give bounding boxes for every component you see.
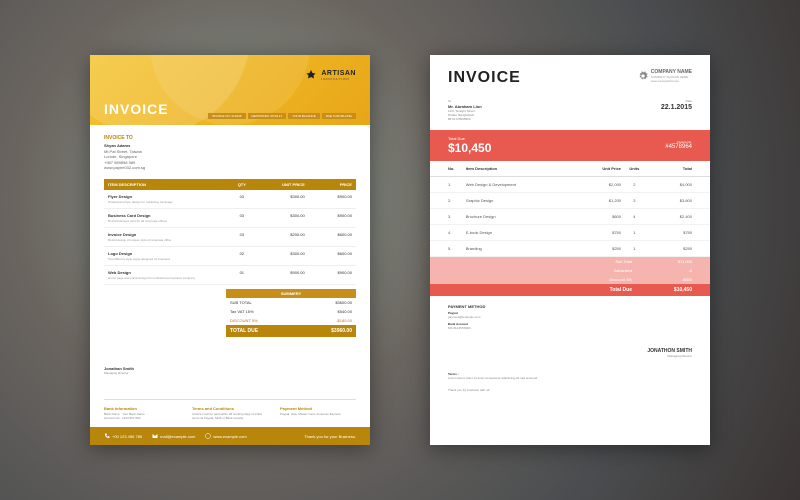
- total-due-bar: Total Due $10,450 Invoice No. #4578964: [430, 130, 710, 161]
- summary: Sub Total$11,000 Advanced-0 Discount 5%-…: [430, 257, 710, 296]
- invoice-template-red: INVOICE COMPANY NAME COMPANY SLOGAN HERE…: [430, 55, 710, 445]
- brand-logo: ARTISAN INNOVATION: [305, 69, 356, 81]
- payment-method: PAYMENT METHOD Paypalpayment@example.com…: [430, 296, 710, 339]
- invoice-title: INVOICE: [104, 101, 169, 117]
- col-total: Total: [648, 166, 692, 171]
- line-item: 1.Web Design & Development$2,0002$4,000: [430, 177, 710, 193]
- date-value: 22.1.2015: [661, 104, 692, 111]
- payment-info: Payment MethodPaypal, Visa, Master Card,…: [280, 406, 356, 421]
- invoice-body: INVOICE TO Shyan Adams Mt.Pat Street, Ta…: [90, 125, 370, 347]
- terms: Terms : Lorem ipsum dolor sit amet conse…: [430, 368, 710, 384]
- bill-to-label: INVOICE TO: [104, 135, 356, 141]
- phone: +00 123 456 789: [104, 433, 142, 439]
- logo-icon: [305, 69, 317, 81]
- footer-bar: +00 123 456 789 mail@example.com www.exa…: [90, 427, 370, 445]
- header-tabs: INVOICE NO: 012345 DEPOSITED: 05.09.17 Y…: [208, 113, 356, 119]
- line-item: Business Card DesignBi-fold business car…: [104, 209, 356, 228]
- line-item: 4.E-book Design$7501$750: [430, 225, 710, 241]
- terms-info: Terms and ConditionsInvoice must be paid…: [192, 406, 268, 421]
- header: INVOICE COMPANY NAME COMPANY SLOGAN HERE…: [430, 55, 710, 95]
- globe-icon: [205, 433, 211, 439]
- date-label: Date: [661, 99, 692, 103]
- bank-info: Bank InformationBank Name : Your Bank Na…: [104, 406, 180, 421]
- bill-to: To Mr. Abraham Lion 12/3, Straight Stree…: [448, 99, 482, 122]
- payment-paypal: Paypalpayment@example.com: [448, 311, 485, 319]
- items-list: 1.Web Design & Development$2,0002$4,0002…: [430, 177, 710, 257]
- gear-icon: [638, 71, 648, 81]
- col-description: Item Description: [466, 166, 577, 171]
- line-item: Invoice DesignBi-fold design of unique s…: [104, 228, 356, 247]
- bill-to-label: To: [448, 99, 482, 103]
- invoice-title: INVOICE: [448, 69, 521, 87]
- signer-title: Managing Director: [104, 371, 134, 375]
- signer-title: Managing Director: [448, 354, 692, 358]
- col-unit-price: Unit Price: [577, 166, 621, 171]
- invoice-number-block: Invoice No. #4578964: [665, 140, 692, 150]
- tab: YOUR BALANCE: [288, 113, 320, 119]
- invoice-meta: To Mr. Abraham Lion 12/3, Straight Stree…: [430, 95, 710, 130]
- brand-name: ARTISAN: [321, 70, 356, 77]
- col-price: PRICE: [305, 182, 352, 187]
- bill-to-address: Shyan Adams Mt.Pat Street, Taiwan Lorode…: [104, 143, 356, 171]
- signature: Jonathan Smith Managing Director: [104, 366, 134, 375]
- summary-row: SUB TOTAL$3600.00: [226, 298, 356, 307]
- due-amount: $10,450: [448, 141, 491, 155]
- col-units: Units: [621, 166, 648, 171]
- footer-info: Bank InformationBank Name : Your Bank Na…: [104, 399, 356, 421]
- payment-bank: Bank AccountMS 012457832IC: [448, 322, 485, 330]
- summary-row: Tax VAT 15%$540.00: [226, 307, 356, 316]
- col-no: No.: [448, 166, 466, 171]
- summary-total: TOTAL DUE$3960.00: [226, 325, 356, 337]
- mail-icon: [152, 433, 158, 439]
- items-list: Flyer DesignProfessional flyer design fo…: [104, 190, 356, 285]
- items-header: ITEM DESCRIPTION QTY UNIT PRICE PRICE: [104, 179, 356, 190]
- footer-contacts: +00 123 456 789 mail@example.com www.exa…: [104, 433, 247, 439]
- line-item: Logo DesignTwo different style logos des…: [104, 247, 356, 266]
- header: ARTISAN INNOVATION INVOICE INVOICE NO: 0…: [90, 55, 370, 125]
- items-header: No. Item Description Unit Price Units To…: [430, 161, 710, 177]
- email: mail@example.com: [152, 433, 195, 439]
- footer-thanks: Thank you for your Business.: [304, 434, 356, 439]
- tab: INVOICE NO: 012345: [208, 113, 245, 119]
- tab: DEPOSITED: 05.09.17: [248, 113, 287, 119]
- due-amount-block: Total Due $10,450: [448, 136, 491, 155]
- tab: DUE THIS BILLING: [322, 113, 356, 119]
- line-item: Web DesignHome page and portal design fo…: [104, 266, 356, 285]
- col-description: ITEM DESCRIPTION: [108, 182, 226, 187]
- invoice-date: Date 22.1.2015: [661, 99, 692, 122]
- summary-row: Sub Total$11,000: [430, 257, 710, 266]
- invno-value: #4578964: [665, 144, 692, 150]
- summary-box: SUMMERY SUB TOTAL$3600.00 Tax VAT 15%$54…: [226, 289, 356, 337]
- invoice-template-gold: ARTISAN INNOVATION INVOICE INVOICE NO: 0…: [90, 55, 370, 445]
- signature: JONATHON SMITH Managing Director: [430, 338, 710, 368]
- col-qty: QTY: [226, 182, 257, 187]
- summary-row-discount: DISCOUNT 5%-$180.00: [226, 316, 356, 325]
- line-item: 3.Brochure Design$6004$2,400: [430, 209, 710, 225]
- line-item: Flyer DesignProfessional flyer design fo…: [104, 190, 356, 209]
- brand-tagline: INNOVATION: [321, 77, 356, 81]
- summary-label: SUMMERY: [226, 289, 356, 298]
- bill-to-address: 12/3, Straight Street Dhaka, Bangladesh …: [448, 110, 482, 122]
- summary-total: Total Due$10,450: [430, 284, 710, 296]
- bill-to-lines: Mt.Pat Street, Taiwan Lorode, Singapore …: [104, 149, 356, 171]
- phone-icon: [104, 433, 110, 439]
- summary-row: Advanced-0: [430, 266, 710, 275]
- brand-logo: COMPANY NAME COMPANY SLOGAN HERE www.exa…: [638, 69, 692, 83]
- payment-heading: PAYMENT METHOD: [448, 304, 485, 309]
- col-unit-price: UNIT PRICE: [258, 182, 305, 187]
- thanks: Thank you for business with us!: [430, 384, 710, 402]
- website: www.example.com: [205, 433, 246, 439]
- line-item: 2.Graphic Design$1,2003$3,600: [430, 193, 710, 209]
- line-item: 5.Branding$2501$250: [430, 241, 710, 257]
- summary-row: Discount 5%-$550: [430, 275, 710, 284]
- brand-site: www.example24.com: [651, 79, 692, 83]
